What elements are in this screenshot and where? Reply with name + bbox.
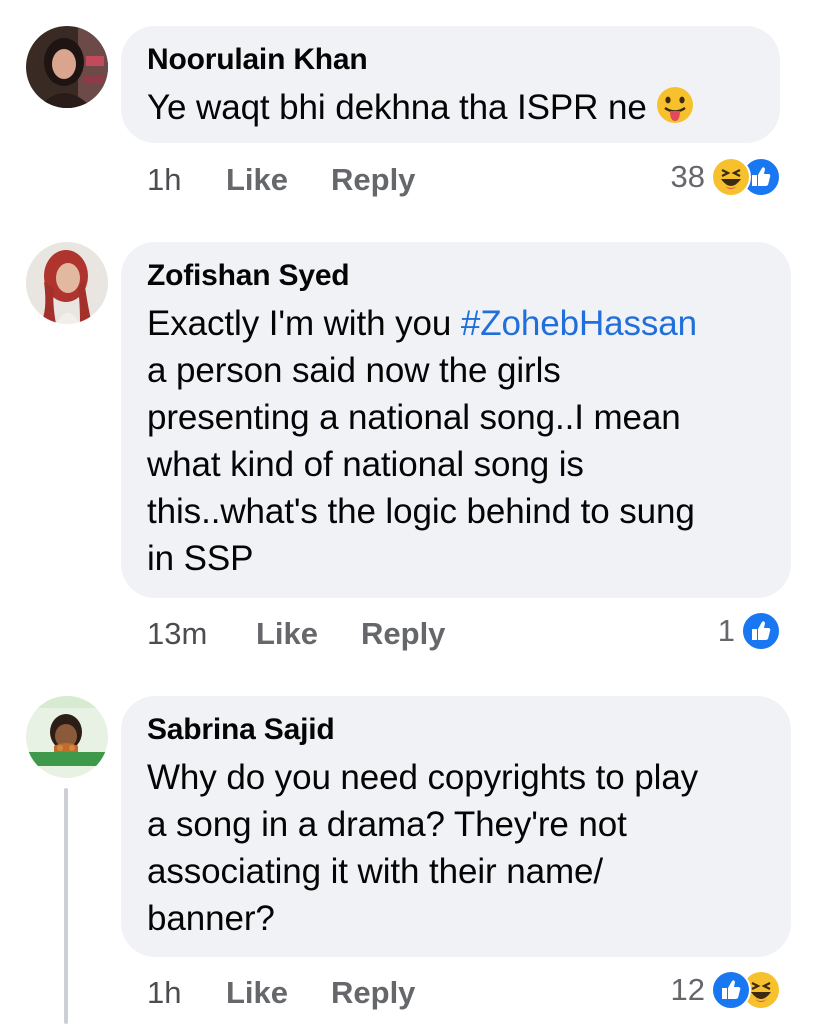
- comment-author[interactable]: Sabrina Sajid: [147, 712, 765, 748]
- comment-time[interactable]: 1h: [147, 975, 181, 1011]
- comment-text-line: associating it with their name/: [147, 852, 604, 891]
- comment-bubble: Sabrina Sajid Why do you need copyrights…: [121, 696, 791, 957]
- avatar[interactable]: [26, 696, 108, 778]
- like-icon: [711, 970, 751, 1010]
- like-button[interactable]: Like: [226, 975, 288, 1011]
- reaction-count: 12: [670, 972, 705, 1007]
- comment-text: Why do you need copyrights to play a son…: [147, 754, 765, 942]
- comment-text-line: Why do you need copyrights to play: [147, 758, 699, 797]
- reaction-summary[interactable]: 12: [671, 970, 781, 1010]
- reply-button[interactable]: Reply: [331, 975, 415, 1011]
- comment-text-line: banner?: [147, 899, 275, 938]
- comment-text-line: a song in a drama? They're not: [147, 805, 627, 844]
- haha-icon: [711, 157, 751, 197]
- comment-sabrina: Sabrina Sajid Why do you need copyrights…: [0, 0, 817, 1024]
